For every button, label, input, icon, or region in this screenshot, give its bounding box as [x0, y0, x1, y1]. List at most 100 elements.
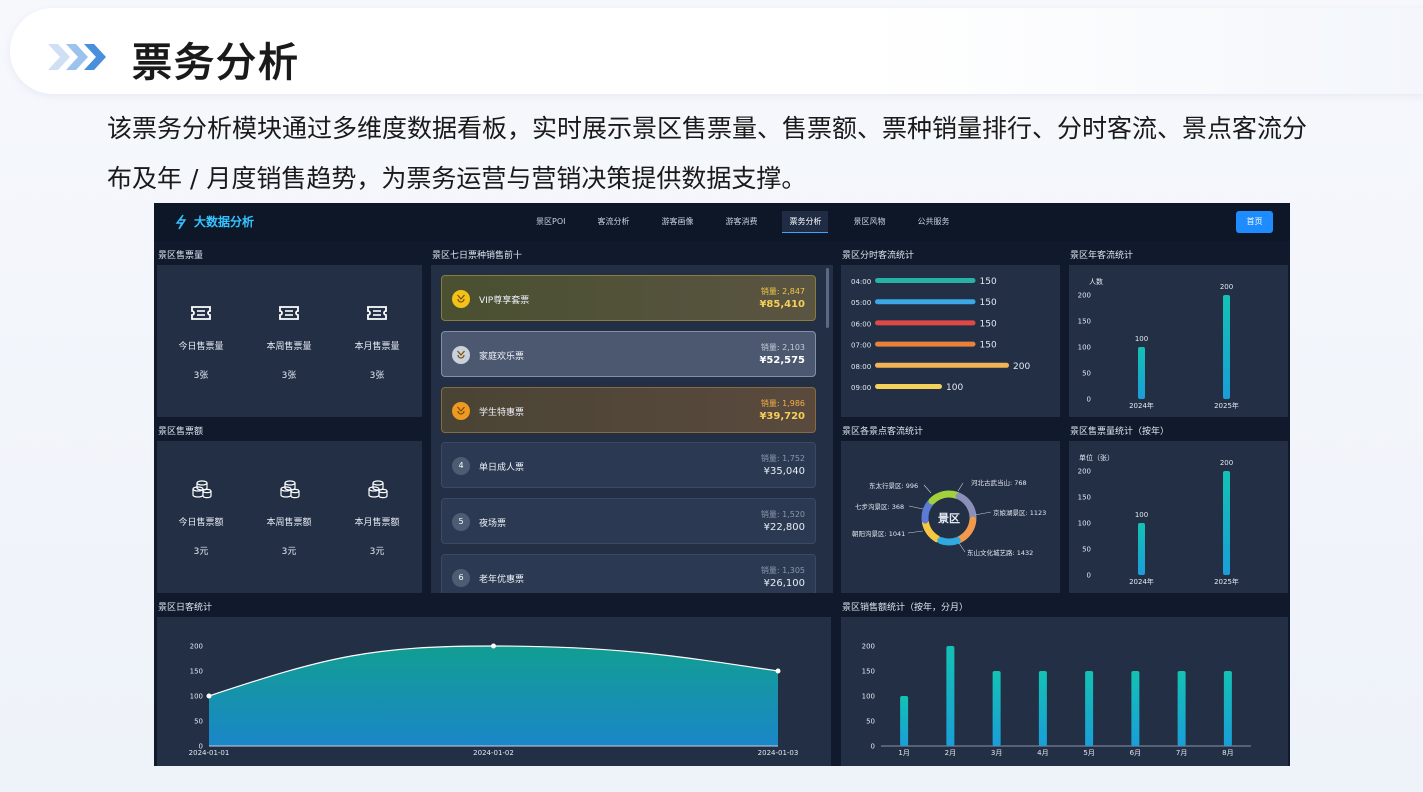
nav-item-6[interactable]: 公共服务 — [917, 211, 949, 233]
rank-amount: ¥85,410 — [759, 299, 805, 310]
leader-line — [957, 482, 964, 492]
hourly-bar — [875, 299, 976, 305]
nav-item-5[interactable]: 景区风物 — [853, 211, 885, 233]
hourly-bar — [875, 384, 942, 389]
ticket_amount-stat-1: 本周售票额 3元 — [249, 479, 329, 557]
nav-item-4[interactable]: 票务分析 — [782, 211, 829, 233]
hourly-time-label: 07:00 — [851, 342, 871, 350]
bar — [946, 646, 955, 746]
y-tick-label: 150 — [862, 668, 875, 676]
y-tick-label: 150 — [190, 668, 203, 676]
y-tick-label: 50 — [866, 718, 875, 726]
hourly-panel: 04:00 150 05:00 150 06:00 150 07:00 150 08:00 200… — [841, 265, 1060, 417]
donut-segment — [921, 499, 935, 524]
ticket-amount-panel: 今日售票额 3元 本周售票额 3元 本月售票额 3元 — [157, 441, 422, 593]
bar-value-label: 200 — [1220, 283, 1233, 291]
bar — [1223, 671, 1232, 746]
brand[interactable]: 大数据分析 — [174, 213, 254, 230]
stat-label: 今日售票量 — [178, 342, 224, 352]
leader-line — [974, 511, 992, 516]
year-flow-title: 景区年客流统计 — [1070, 251, 1134, 261]
y-tick-label: 100 — [1078, 520, 1091, 528]
ticket_amount-stat-0: 今日售票额 3元 — [161, 479, 241, 557]
stat-label: 本周售票额 — [266, 518, 312, 528]
y-tick-label: 100 — [190, 693, 203, 701]
rank-sales: 销量: 2,103 — [760, 342, 805, 352]
daily-title: 景区日客统计 — [158, 603, 213, 613]
year-sales-chart: 0 50 100 150 200 单位（张） 100 2024年 200 2025年 — [1078, 453, 1239, 586]
rank-amount: ¥52,575 — [759, 354, 805, 366]
rank-item-4[interactable]: 4 单日成人票 销量: 1,752 ¥35,040 — [441, 442, 816, 489]
nav-item-1[interactable]: 客流分析 — [597, 211, 629, 233]
medal-icon — [452, 401, 470, 420]
rank-badge: 6 — [452, 569, 470, 587]
nav-item-0[interactable]: 景区POI — [536, 211, 565, 233]
data-point — [775, 668, 781, 674]
ranking-title: 景区七日票种销售前十 — [432, 251, 523, 261]
x-tick-label: 7月 — [1176, 749, 1187, 757]
y-tick-label: 50 — [194, 718, 203, 726]
stat-label: 本周售票量 — [266, 342, 312, 352]
year-sales-panel: 0 50 100 150 200 单位（张） 100 2024年 200 2025年 — [1069, 441, 1288, 593]
x-tick-label: 2月 — [945, 749, 956, 757]
ranking-panel: VIP尊享套票 销量: 2,847 ¥85,410 家庭欢乐票 销量: 2,103 ¥52… — [431, 265, 833, 593]
stat-label: 本月售票量 — [354, 342, 400, 352]
x-tick-label: 2025年 — [1214, 577, 1239, 586]
year-flow-panel: 0 50 100 150 200 人数 100 2024年 200 2025年 — [1069, 265, 1288, 417]
y-tick-label: 200 — [1078, 468, 1091, 476]
rank-name: 夜场票 — [479, 519, 507, 530]
daily-panel: 0 50 100 150 200 2024-01-01 2024-01-02 2024-01-… — [157, 617, 831, 766]
ranking-scrollbar[interactable] — [826, 268, 829, 328]
rank-amount: ¥39,720 — [759, 410, 805, 422]
hourly-value: 200 — [1013, 362, 1030, 372]
stat-value: 3张 — [281, 371, 297, 381]
rank-number: 6 — [458, 573, 464, 582]
rank-number: 5 — [458, 517, 464, 527]
ticket-icon — [191, 306, 211, 320]
y-tick-label: 0 — [1087, 572, 1091, 580]
hourly-time-label: 05:00 — [851, 299, 871, 307]
rank-name: 单日成人票 — [479, 463, 525, 474]
hourly-bar — [875, 362, 1009, 368]
top-bar: 大数据分析 景区POI 客流分析 游客画像 游客消费 票务分析 景区风物 公共服务 首页 — [154, 203, 1290, 241]
donut-segment — [955, 516, 977, 544]
y-tick-label: 150 — [1078, 494, 1091, 502]
rank-item-6[interactable]: 6 老年优惠票 销量: 1,305 ¥26,100 — [441, 554, 816, 593]
bar — [1131, 671, 1140, 746]
rank-sales: 销量: 1,986 — [760, 398, 805, 408]
nav-item-3[interactable]: 游客消费 — [725, 211, 757, 233]
bar — [1223, 295, 1230, 399]
rank-amount: ¥26,100 — [763, 578, 805, 589]
rank-item-3[interactable]: 学生特惠票 销量: 1,986 ¥39,720 — [441, 386, 816, 433]
spots-title: 景区各景点客流统计 — [842, 427, 924, 437]
rank-item-2[interactable]: 家庭欢乐票 销量: 2,103 ¥52,575 — [441, 330, 816, 377]
bar — [1138, 523, 1145, 575]
spot-label: 朝阳沟景区: 1041 — [852, 529, 905, 538]
y-tick-label: 0 — [1087, 396, 1091, 404]
ticket_volume-stat-2: 本月售票量 3张 — [337, 303, 417, 381]
hourly-value: 150 — [980, 341, 997, 351]
hourly-value: 150 — [980, 319, 997, 329]
spot-label: 七步沟景区: 368 — [855, 502, 904, 511]
monthly-bar-chart: 0 50 100 150 200 1月 2月 3月 4月 5月 6月 7月 8月 — [862, 643, 1251, 757]
rank-amount: ¥22,800 — [763, 522, 805, 534]
x-tick-label: 2024-01-01 — [189, 749, 230, 757]
nav-item-2[interactable]: 游客画像 — [661, 211, 693, 233]
hourly-value: 100 — [946, 383, 963, 393]
x-tick-label: 5月 — [1083, 749, 1094, 757]
x-tick-label: 1月 — [898, 749, 909, 757]
slide-title: 票务分析 — [132, 40, 300, 86]
hourly-chart: 04:00 150 05:00 150 06:00 150 07:00 150 08:00 200… — [851, 277, 1030, 393]
rank-item-1[interactable]: VIP尊享套票 销量: 2,847 ¥85,410 — [441, 275, 816, 321]
hourly-time-label: 09:00 — [851, 384, 871, 392]
x-tick-label: 6月 — [1130, 749, 1141, 757]
hourly-title: 景区分时客流统计 — [842, 251, 915, 261]
rank-number: 4 — [458, 461, 464, 471]
coins-icon — [368, 480, 388, 499]
y-axis-label: 人数 — [1089, 277, 1103, 286]
bar — [1177, 671, 1186, 746]
home-button[interactable]: 首页 — [1236, 211, 1273, 233]
leader-line — [923, 484, 932, 494]
y-tick-label: 100 — [862, 693, 875, 701]
rank-item-5[interactable]: 5 夜场票 销量: 1,520 ¥22,800 — [441, 498, 816, 545]
